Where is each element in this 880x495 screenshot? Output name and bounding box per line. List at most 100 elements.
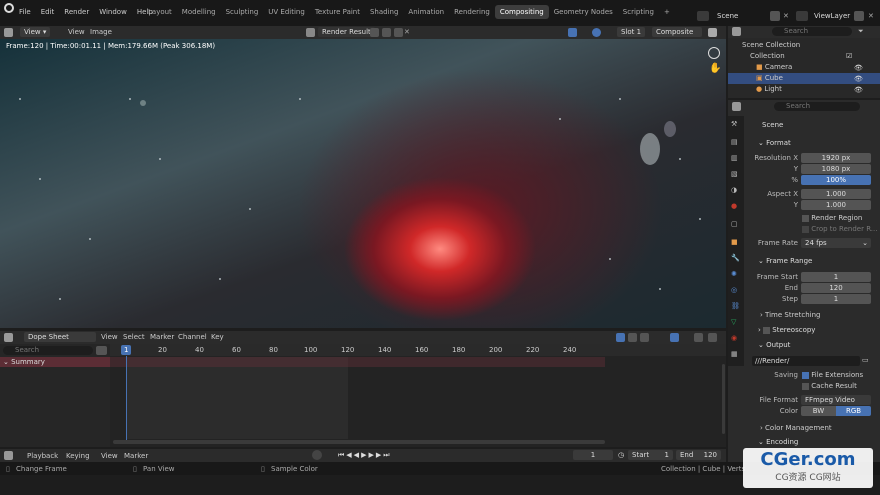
snapping-icon[interactable] [670,333,679,342]
file-extensions-checkbox[interactable]: File Extensions [802,371,863,379]
timeline-type-icon[interactable] [4,451,13,460]
color-management-subpanel[interactable]: › Color Management [760,424,832,432]
output-tab-icon[interactable]: ▥ [731,154,738,162]
only-selected-icon[interactable] [616,333,625,342]
menu-render[interactable]: Render [59,5,94,19]
file-format-dropdown[interactable]: FFmpeg Video [801,395,871,405]
cache-result-checkbox[interactable]: Cache Result [802,382,857,390]
vertical-scrollbar[interactable] [722,364,725,434]
dopesheet-menu-view[interactable]: View [101,333,118,341]
scene-collection-row[interactable]: Scene Collection [742,40,800,51]
current-frame-marker[interactable]: 1 [121,345,132,355]
scene-name[interactable]: Scene [717,12,738,20]
texture-tab-icon[interactable]: ▦ [731,350,738,358]
menu-window[interactable]: Window [94,5,132,19]
close-viewlayer-icon[interactable]: ✕ [868,12,874,20]
particles-tab-icon[interactable]: ✺ [731,270,737,278]
slot-dropdown[interactable]: Slot 1 [617,27,646,37]
properties-search-input[interactable]: Search [774,102,860,111]
tab-uv-editing[interactable]: UV Editing [263,5,310,19]
render-result-image[interactable]: Frame:120 | Time:00:01.11 | Mem:179.66M … [0,39,726,328]
add-workspace-icon[interactable]: + [659,5,675,19]
new-image-icon[interactable] [382,28,391,37]
viewlayer-selector-icon[interactable] [796,11,808,21]
stereoscopy-panel-header[interactable]: › Stereoscopy [750,324,876,336]
tab-scripting[interactable]: Scripting [618,5,659,19]
frame-end-field[interactable]: 120 [801,283,871,293]
menu-edit[interactable]: Edit [36,5,60,19]
layer-dropdown[interactable]: Composite [652,27,702,37]
tab-compositing[interactable]: Compositing [494,5,549,19]
tab-animation[interactable]: Animation [403,5,449,19]
object-tab-icon[interactable]: ■ [731,238,738,246]
dopesheet-mode-dropdown[interactable]: Dope Sheet [24,332,96,342]
render-region-checkbox[interactable]: Render Region [802,214,862,222]
playback-controls[interactable]: ⏮◀◀▶▶▶⏭ [338,451,392,460]
close-scene-icon[interactable]: ✕ [783,12,789,20]
display-channels-icon[interactable] [592,28,601,37]
timeline-menu-keying[interactable]: Keying [66,452,90,460]
copy-viewlayer-icon[interactable] [854,11,864,21]
dopesheet-search-input[interactable]: Search [3,346,93,355]
only-errors-icon[interactable] [640,333,649,342]
clock-icon[interactable]: ◷ [618,451,624,459]
scene-tab-icon[interactable]: ◑ [731,186,737,194]
tab-modelling[interactable]: Modelling [177,5,221,19]
copy-scene-icon[interactable] [770,11,780,21]
menu-file[interactable]: File [14,5,36,19]
outliner-type-icon[interactable] [732,27,741,36]
scene-selector-icon[interactable] [697,11,709,21]
crop-checkbox[interactable]: Crop to Render R... [802,225,878,233]
constraints-tab-icon[interactable]: ⛓ [731,302,740,310]
stereoscopy-checkbox[interactable] [763,326,771,334]
aspect-y-field[interactable]: 1.000 [801,200,871,210]
modifier-tab-icon[interactable]: 🔧 [731,254,740,262]
record-icon[interactable] [312,450,322,460]
menu-view[interactable]: View [68,28,85,36]
summary-channel[interactable]: ⌄ Summary [0,357,110,367]
color-bw-button[interactable]: BW [801,406,836,416]
view-layer-tab-icon[interactable]: ▧ [731,170,738,178]
resolution-percent-slider[interactable]: 100% [801,175,871,185]
aspect-x-field[interactable]: 1.000 [801,189,871,199]
timeline-menu-playback[interactable]: Playback [27,452,58,460]
frame-ruler[interactable]: 1 20 40 60 80 100 120 140 160 180 200 22… [110,344,726,356]
frame-step-field[interactable]: 1 [801,294,871,304]
open-image-icon[interactable] [394,28,403,37]
blender-logo-icon[interactable] [4,3,14,13]
pan-hand-icon[interactable]: ✋ [709,63,721,74]
frame-start-field[interactable]: 1 [801,272,871,282]
fake-user-icon[interactable] [370,28,379,37]
horizontal-scrollbar[interactable] [113,440,605,444]
tab-texture-paint[interactable]: Texture Paint [310,5,365,19]
view-mode-dropdown[interactable]: View ▾ [20,27,51,37]
data-tab-icon[interactable]: ▽ [731,318,736,326]
show-hidden-icon[interactable] [628,333,637,342]
world-tab-icon[interactable]: ● [731,202,737,210]
encoding-panel-header[interactable]: ⌄ Encoding [750,436,876,448]
tab-rendering[interactable]: Rendering [449,5,495,19]
format-panel-header[interactable]: ⌄ Format [750,137,876,149]
tab-geometry-nodes[interactable]: Geometry Nodes [549,5,618,19]
collection-row[interactable]: Collection ☑ [750,51,876,62]
checkbox-icon[interactable]: ☑ [846,51,852,62]
resolution-y-field[interactable]: 1080 px [801,164,871,174]
timeline-menu-marker[interactable]: Marker [124,452,148,460]
sample-tool-icon[interactable] [568,28,577,37]
output-path-field[interactable]: ///Render/ [752,356,860,366]
unlink-image-icon[interactable]: ✕ [404,28,410,36]
tool-tab-icon[interactable]: ⚒ [731,120,737,128]
image-browse-icon[interactable] [306,28,315,37]
start-frame-field[interactable]: Start 1 [628,450,673,460]
frame-rate-dropdown[interactable]: 24 fps ⌄ [801,238,871,248]
physics-tab-icon[interactable]: ◎ [731,286,737,294]
playhead-line[interactable] [126,356,127,444]
visibility-icons[interactable]: 👁 👁 👁 [854,63,863,96]
menu-image[interactable]: Image [90,28,112,36]
dopesheet-menu-marker[interactable]: Marker [150,333,174,341]
viewlayer-name[interactable]: ViewLayer [814,12,850,20]
tab-shading[interactable]: Shading [365,5,403,19]
dopesheet-type-icon[interactable] [4,333,13,342]
resolution-x-field[interactable]: 1920 px [801,153,871,163]
tab-layout[interactable]: Layout [143,5,177,19]
